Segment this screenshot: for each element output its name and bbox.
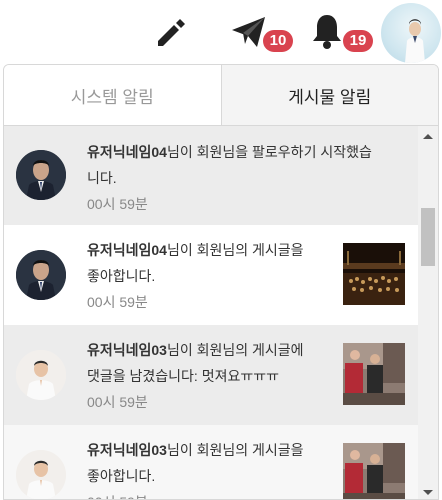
- list-item[interactable]: 유저닉네임03님이 회원님의 게시글에 댓글을 남겼습니다: 멋져요ㅠㅠㅠ 00…: [4, 325, 418, 425]
- user-avatar[interactable]: [16, 450, 66, 499]
- notification-time: 00시 59분: [87, 489, 337, 499]
- user-avatar[interactable]: [16, 250, 66, 300]
- list-item[interactable]: 유저닉네임04님이 회원님의 게시글을 좋아합니다. 00시 59분: [4, 225, 418, 325]
- username[interactable]: 유저닉네임04: [87, 144, 167, 160]
- notification-message: 님이 회원님의 게시글에: [166, 342, 304, 358]
- notification-message: 님이 회원님의 게시글을: [166, 442, 304, 458]
- notification-tabs: 시스템 알림 게시물 알림: [4, 65, 438, 126]
- tab-system-notifications[interactable]: 시스템 알림: [4, 65, 222, 126]
- notification-panel: 시스템 알림 게시물 알림 유저닉네임04님이 회원님을 팔로우하기 시작했습 …: [3, 64, 439, 500]
- notification-text: 유저닉네임03님이 회원님의 게시글에 댓글을 남겼습니다: 멋져요ㅠㅠㅠ 00…: [87, 337, 347, 415]
- notification-text: 유저닉네임04님이 회원님의 게시글을 좋아합니다. 00시 59분: [87, 237, 337, 315]
- notification-message-cont: 댓글을 남겼습니다: 멋져요ㅠㅠㅠ: [87, 368, 279, 384]
- notification-count-badge: 19: [343, 30, 373, 52]
- bell-icon[interactable]: [310, 12, 344, 50]
- notification-message-cont: 니다.: [87, 170, 117, 186]
- username[interactable]: 유저닉네임03: [87, 342, 167, 358]
- user-avatar[interactable]: [16, 150, 66, 200]
- notification-list: 유저닉네임04님이 회원님을 팔로우하기 시작했습 니다. 00시 59분 유저…: [4, 126, 418, 499]
- scroll-up-arrow-icon[interactable]: [423, 134, 433, 139]
- post-thumbnail[interactable]: [343, 343, 405, 405]
- top-bar: 10 19: [0, 0, 442, 64]
- profile-avatar[interactable]: [381, 3, 441, 63]
- notification-time: 00시 59분: [87, 196, 148, 212]
- username[interactable]: 유저닉네임03: [87, 442, 167, 458]
- user-avatar[interactable]: [16, 350, 66, 400]
- scrollbar-thumb[interactable]: [421, 208, 435, 266]
- pencil-icon[interactable]: [152, 14, 188, 50]
- username[interactable]: 유저닉네임04: [87, 242, 167, 258]
- notification-text: 유저닉네임04님이 회원님을 팔로우하기 시작했습 니다. 00시 59분: [87, 139, 407, 217]
- notification-message-cont: 좋아합니다.: [87, 468, 156, 484]
- tab-post-notifications[interactable]: 게시물 알림: [221, 65, 438, 126]
- scroll-down-arrow-icon[interactable]: [423, 490, 433, 495]
- notification-message: 님이 회원님을 팔로우하기 시작했습: [166, 144, 372, 160]
- scrollbar[interactable]: [418, 126, 438, 499]
- list-item[interactable]: 유저닉네임03님이 회원님의 게시글을 좋아합니다. 00시 59분: [4, 425, 418, 499]
- notification-time: 00시 59분: [87, 394, 148, 410]
- post-thumbnail[interactable]: [343, 243, 405, 305]
- message-count-badge: 10: [263, 30, 293, 52]
- notification-message: 님이 회원님의 게시글을: [166, 242, 304, 258]
- notification-time: 00시 59분: [87, 294, 148, 310]
- notification-message-cont: 좋아합니다.: [87, 268, 156, 284]
- notification-text: 유저닉네임03님이 회원님의 게시글을 좋아합니다. 00시 59분: [87, 437, 337, 499]
- list-item[interactable]: 유저닉네임04님이 회원님을 팔로우하기 시작했습 니다. 00시 59분: [4, 126, 418, 225]
- post-thumbnail[interactable]: [343, 443, 405, 499]
